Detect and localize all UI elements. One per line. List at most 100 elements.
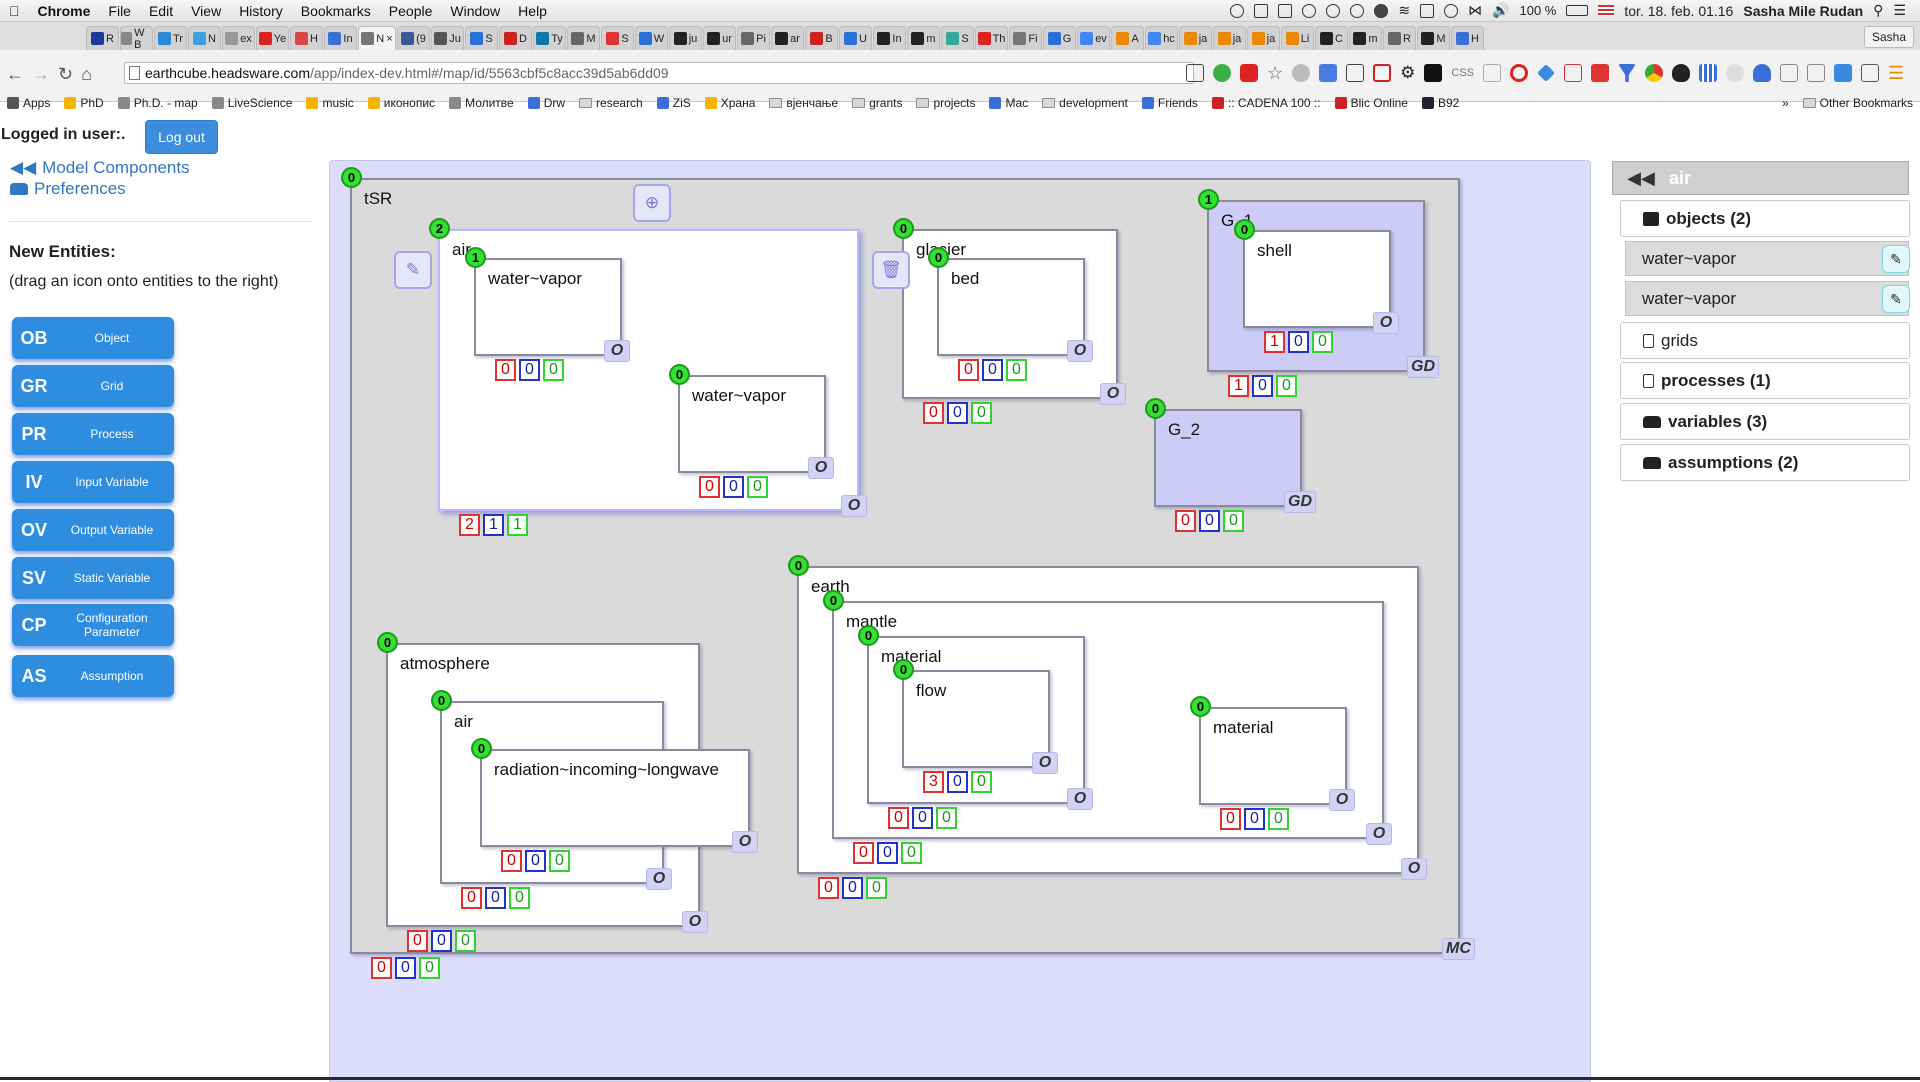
- browser-tab[interactable]: H: [290, 26, 323, 50]
- entity-type-tag[interactable]: O: [808, 457, 834, 479]
- process-count[interactable]: 0: [461, 887, 482, 909]
- bookmark-item[interactable]: Ph.D. - map: [111, 96, 205, 110]
- entity-count-badge[interactable]: 0: [471, 738, 492, 759]
- variable-count[interactable]: 0: [1199, 510, 1220, 532]
- browser-tab[interactable]: Pi: [737, 26, 770, 50]
- menu-bookmarks[interactable]: Bookmarks: [292, 3, 380, 19]
- assumption-count[interactable]: 0: [936, 807, 957, 829]
- bookmark-star-icon[interactable]: ☆: [1267, 64, 1283, 82]
- browser-tab[interactable]: In: [324, 26, 357, 50]
- browser-tab[interactable]: A: [1111, 26, 1144, 50]
- variable-count[interactable]: 0: [982, 359, 1003, 381]
- browser-tab[interactable]: C: [1315, 26, 1348, 50]
- skype-icon[interactable]: [1374, 3, 1389, 18]
- time-machine-icon[interactable]: [1444, 3, 1459, 18]
- browser-tab[interactable]: M: [567, 26, 600, 50]
- bookmark-item[interactable]: music: [299, 96, 360, 110]
- browser-tab[interactable]: m: [907, 26, 940, 50]
- entity-type-tag[interactable]: O: [1329, 789, 1355, 811]
- collapse-panel-icon[interactable]: ◀◀: [1613, 168, 1669, 189]
- entity-type-tag[interactable]: O: [1100, 383, 1126, 405]
- chrome-extension-icon[interactable]: [1645, 64, 1664, 82]
- bookmark-item[interactable]: Blic Online: [1328, 96, 1415, 110]
- palette-process-button[interactable]: PR Process: [12, 413, 174, 455]
- back-arrow-icon[interactable]: ←: [6, 64, 24, 85]
- bookmark-item[interactable]: Drw: [521, 96, 572, 110]
- entity-type-tag[interactable]: O: [1366, 823, 1392, 845]
- variable-count[interactable]: 0: [395, 957, 416, 979]
- entity-type-tag[interactable]: MC: [1442, 938, 1475, 960]
- process-count[interactable]: 0: [407, 930, 428, 952]
- note-extension-icon[interactable]: [1483, 64, 1502, 82]
- browser-tab[interactable]: m: [1349, 26, 1382, 50]
- browser-tab[interactable]: ex: [222, 26, 255, 50]
- assumption-count[interactable]: 1: [507, 514, 528, 536]
- cloud-extension-icon[interactable]: [1753, 64, 1772, 82]
- translate-extension-icon[interactable]: [1319, 64, 1338, 82]
- spotlight-search-icon[interactable]: ⚲: [1873, 2, 1883, 19]
- menubar-user[interactable]: Sasha Mile Rudan: [1743, 3, 1863, 19]
- object-list-item[interactable]: water~vapor ✎: [1625, 241, 1910, 276]
- bookmark-item[interactable]: Friends: [1135, 96, 1205, 110]
- process-count[interactable]: 0: [958, 359, 979, 381]
- browser-tab[interactable]: R: [1383, 26, 1416, 50]
- entity-count-badge[interactable]: 0: [788, 555, 809, 576]
- bookmark-item[interactable]: :: CADENA 100 ::: [1205, 96, 1328, 110]
- entity-count-badge[interactable]: 0: [341, 167, 362, 188]
- dropbox-icon[interactable]: [1254, 3, 1269, 18]
- browser-tab[interactable]: ju: [669, 26, 702, 50]
- assumption-count[interactable]: 0: [747, 476, 768, 498]
- assumption-count[interactable]: 0: [866, 877, 887, 899]
- assumption-count[interactable]: 0: [543, 359, 564, 381]
- creative-cloud-icon[interactable]: [1350, 3, 1365, 18]
- bookmark-item[interactable]: grants: [845, 96, 909, 110]
- entity-type-tag[interactable]: O: [841, 495, 867, 517]
- tab-extension-icon[interactable]: [1346, 64, 1365, 82]
- settings-extension-icon[interactable]: ⚙: [1400, 64, 1415, 82]
- entity-count-badge[interactable]: 0: [377, 632, 398, 653]
- variable-count[interactable]: 0: [947, 402, 968, 424]
- mail-extension-icon[interactable]: [1591, 64, 1610, 82]
- record-icon[interactable]: [1302, 3, 1317, 18]
- keyboard-icon[interactable]: [1420, 3, 1435, 18]
- entity-count-badge[interactable]: 1: [1198, 189, 1219, 210]
- panel-extension-icon[interactable]: [1780, 64, 1799, 82]
- entity-type-tag[interactable]: O: [1067, 788, 1093, 810]
- process-count[interactable]: 0: [699, 476, 720, 498]
- bookmark-item[interactable]: Mac: [982, 96, 1035, 110]
- bookmark-item[interactable]: Молитве: [442, 96, 521, 110]
- profile-button[interactable]: Sasha: [1864, 26, 1914, 48]
- t-extension-icon[interactable]: [1373, 64, 1392, 82]
- assumption-count[interactable]: 0: [971, 402, 992, 424]
- preferences-link[interactable]: Preferences: [10, 179, 126, 199]
- refresh-extension-icon[interactable]: [1213, 64, 1231, 82]
- browser-tab[interactable]: W B: [120, 26, 153, 50]
- browser-tab[interactable]: Fi: [1009, 26, 1042, 50]
- add-entity-button[interactable]: ⊕: [633, 184, 671, 222]
- entity-type-tag[interactable]: O: [732, 831, 758, 853]
- todo-status-icon[interactable]: [1230, 3, 1245, 18]
- notification-center-icon[interactable]: ☰: [1893, 2, 1906, 19]
- browser-tab[interactable]: ev: [1077, 26, 1110, 50]
- monitor-extension-icon[interactable]: [1861, 64, 1880, 82]
- browser-tab[interactable]: S: [601, 26, 634, 50]
- palette-object-button[interactable]: OB Object: [12, 317, 174, 359]
- bookmark-item[interactable]: B92: [1415, 96, 1466, 110]
- home-icon[interactable]: ⌂: [81, 64, 92, 85]
- assumption-count[interactable]: 0: [901, 842, 922, 864]
- flag-us-icon[interactable]: [1598, 5, 1615, 16]
- apple-icon[interactable]: : [0, 3, 29, 19]
- menu-people[interactable]: People: [380, 3, 442, 19]
- palette-assumption-button[interactable]: AS Assumption: [12, 655, 174, 697]
- browser-tab[interactable]: Th: [975, 26, 1008, 50]
- browser-tab[interactable]: H: [1451, 26, 1484, 50]
- entity-type-tag[interactable]: O: [1401, 858, 1427, 880]
- entity-count-badge[interactable]: 0: [1145, 398, 1166, 419]
- browser-tab[interactable]: G: [1043, 26, 1076, 50]
- bookmark-item[interactable]: Apps: [0, 96, 57, 110]
- edit-object-button[interactable]: ✎: [1882, 245, 1910, 273]
- browser-tab[interactable]: (9: [397, 26, 430, 50]
- wifi-icon[interactable]: ≋: [1398, 2, 1410, 19]
- variable-count[interactable]: 0: [485, 887, 506, 909]
- entity-type-tag[interactable]: GD: [1284, 491, 1316, 513]
